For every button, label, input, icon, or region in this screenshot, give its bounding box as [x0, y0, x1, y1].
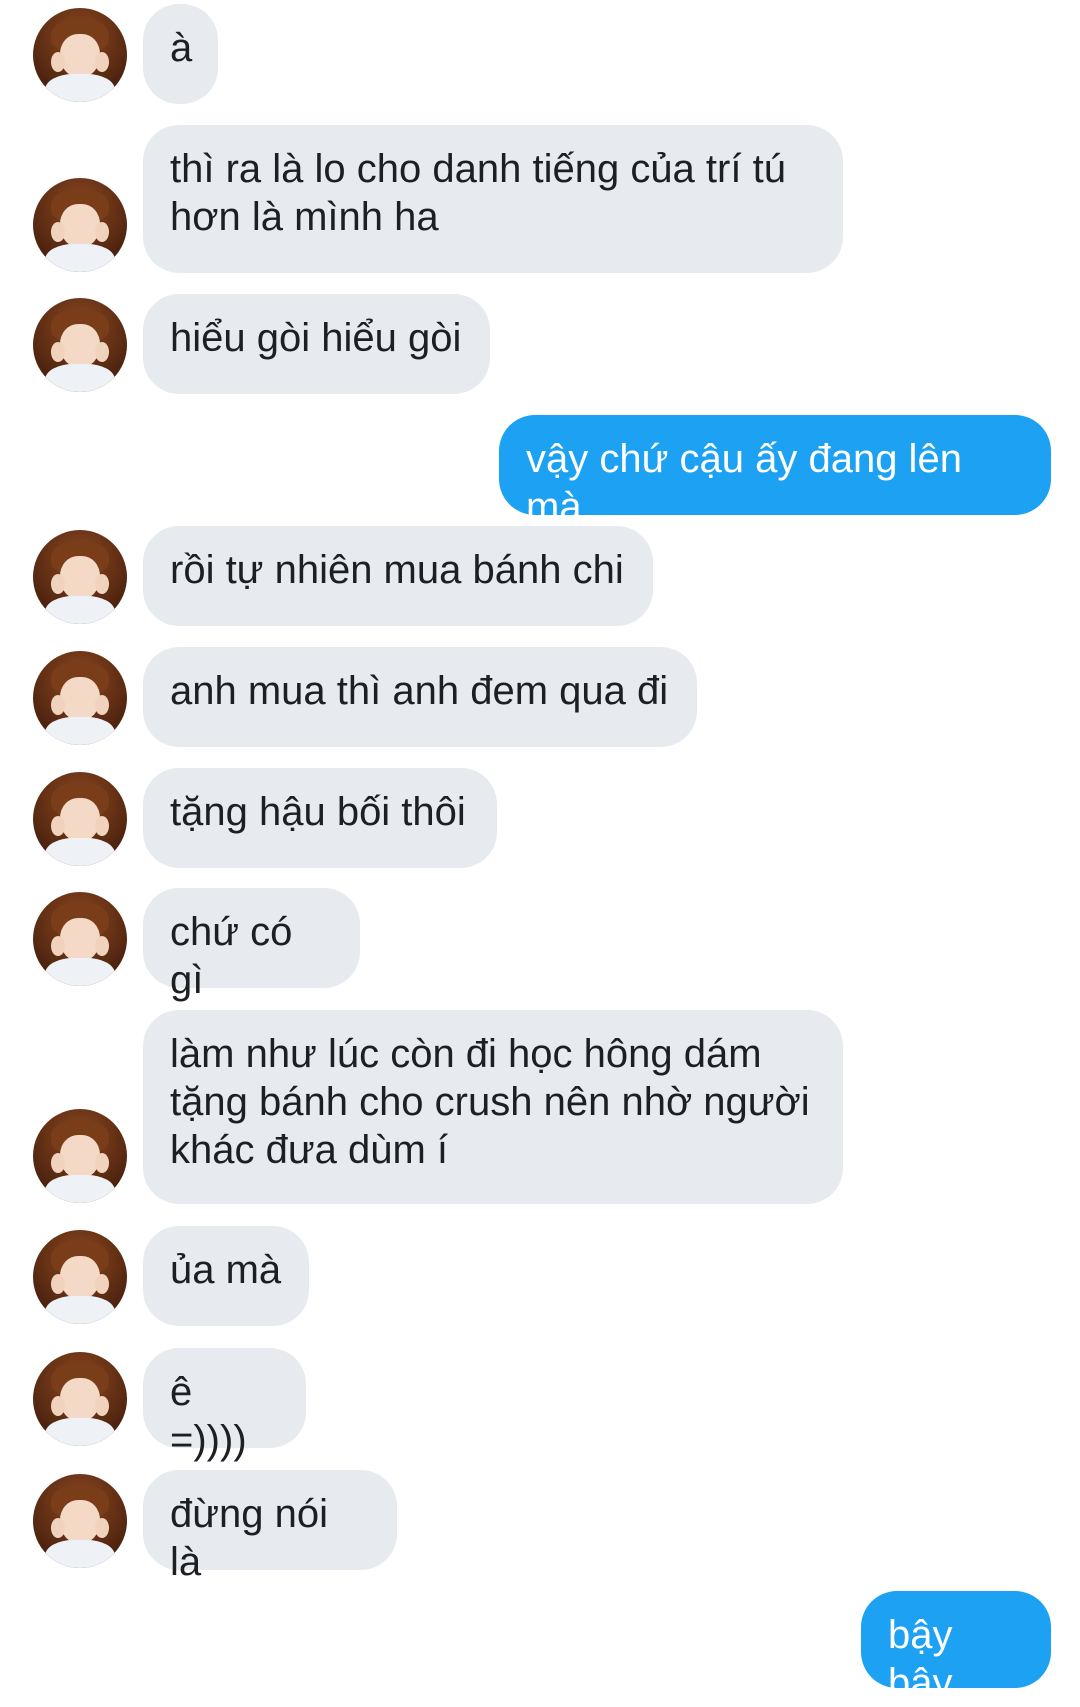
avatar-hand — [51, 52, 65, 72]
avatar-shirt — [45, 1296, 115, 1324]
avatar-hand — [95, 222, 109, 242]
avatar-hand — [95, 695, 109, 715]
message-bubble[interactable]: hiểu gòi hiểu gòi — [143, 294, 490, 394]
contact-avatar[interactable] — [33, 8, 127, 102]
contact-avatar[interactable] — [33, 1474, 127, 1568]
avatar-shirt — [45, 364, 115, 392]
contact-avatar[interactable] — [33, 651, 127, 745]
avatar-shirt — [45, 1418, 115, 1446]
avatar-shirt — [45, 838, 115, 866]
avatar-hand — [51, 574, 65, 594]
avatar-hand — [51, 342, 65, 362]
avatar-hand — [95, 1153, 109, 1173]
avatar-face — [60, 918, 100, 962]
message-bubble[interactable]: đừng nói là — [143, 1470, 397, 1584]
avatar-shirt — [45, 717, 115, 745]
avatar-face — [60, 798, 100, 842]
message-bubble[interactable]: làm như lúc còn đi học hông dám tặng bán… — [143, 1010, 843, 1204]
contact-avatar[interactable] — [33, 1352, 127, 1446]
avatar-shirt — [45, 958, 115, 986]
avatar-face — [60, 556, 100, 600]
message-bubble[interactable]: ủa mà — [143, 1226, 309, 1326]
avatar-hand — [51, 936, 65, 956]
avatar-hand — [51, 222, 65, 242]
message-bubble[interactable]: anh mua thì anh đem qua đi — [143, 647, 697, 747]
message-bubble[interactable]: vậy chứ cậu ấy đang lên mà — [499, 415, 1051, 529]
avatar-face — [60, 677, 100, 721]
avatar-hand — [51, 1274, 65, 1294]
avatar-hand — [95, 816, 109, 836]
contact-avatar[interactable] — [33, 1109, 127, 1203]
avatar-hand — [95, 1274, 109, 1294]
avatar-shirt — [45, 1540, 115, 1568]
avatar-hand — [95, 52, 109, 72]
contact-avatar[interactable] — [33, 178, 127, 272]
avatar-hand — [95, 1518, 109, 1538]
avatar-shirt — [45, 1175, 115, 1203]
message-bubble[interactable]: à — [143, 4, 218, 104]
avatar-shirt — [45, 244, 115, 272]
avatar-hand — [51, 816, 65, 836]
message-bubble[interactable]: rồi tự nhiên mua bánh chi — [143, 526, 653, 626]
avatar-hand — [95, 342, 109, 362]
avatar-hand — [51, 1396, 65, 1416]
message-bubble[interactable]: thì ra là lo cho danh tiếng của trí tú h… — [143, 125, 843, 273]
avatar-face — [60, 324, 100, 368]
avatar-hand — [95, 936, 109, 956]
avatar-hand — [51, 695, 65, 715]
message-bubble[interactable]: ê =)))) — [143, 1348, 306, 1462]
avatar-face — [60, 1256, 100, 1300]
contact-avatar[interactable] — [33, 1230, 127, 1324]
avatar-face — [60, 1378, 100, 1422]
contact-avatar[interactable] — [33, 892, 127, 986]
contact-avatar[interactable] — [33, 772, 127, 866]
avatar-shirt — [45, 596, 115, 624]
avatar-face — [60, 34, 100, 78]
avatar-hand — [95, 1396, 109, 1416]
avatar-face — [60, 204, 100, 248]
message-bubble[interactable]: chứ có gì — [143, 888, 360, 1002]
contact-avatar[interactable] — [33, 530, 127, 624]
avatar-face — [60, 1135, 100, 1179]
avatar-hand — [51, 1153, 65, 1173]
avatar-hand — [51, 1518, 65, 1538]
contact-avatar[interactable] — [33, 298, 127, 392]
message-bubble[interactable]: bậy bậy — [861, 1591, 1051, 1705]
avatar-hand — [95, 574, 109, 594]
message-bubble[interactable]: tặng hậu bối thôi — [143, 768, 497, 868]
avatar-face — [60, 1500, 100, 1544]
avatar-shirt — [45, 74, 115, 102]
